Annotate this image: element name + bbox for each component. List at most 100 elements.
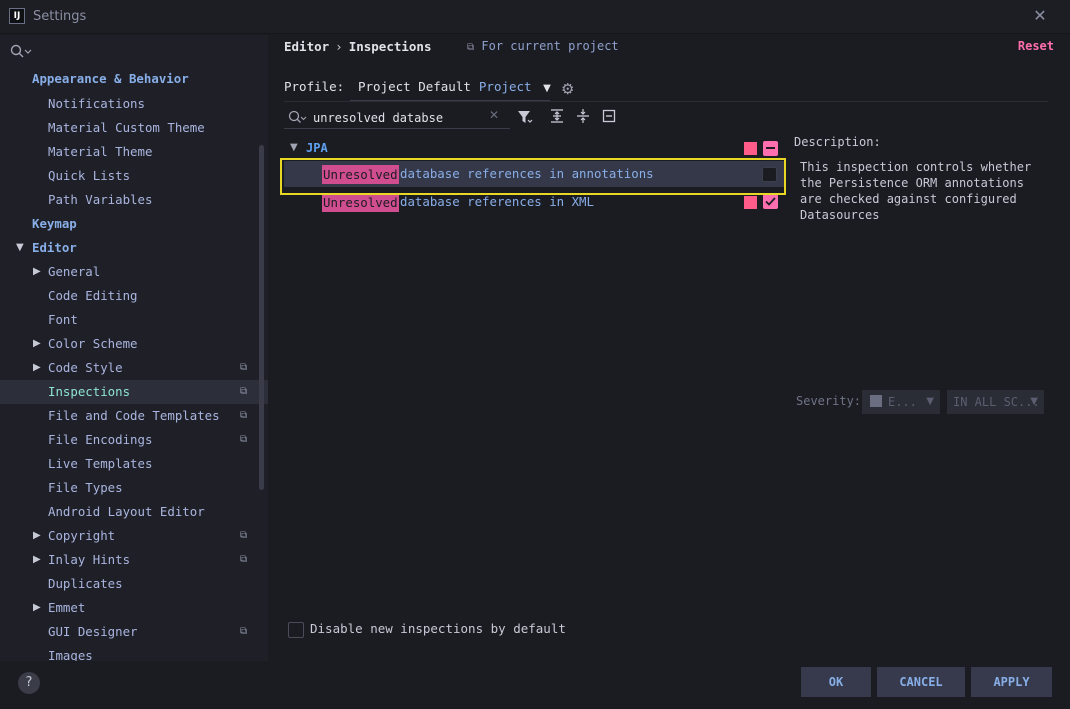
sidebar-item-label: File Types xyxy=(48,480,123,495)
inspection-row[interactable]: Unresolved database references in annota… xyxy=(284,161,784,187)
sidebar-item-android-layout-editor[interactable]: Android Layout Editor xyxy=(0,500,268,524)
sidebar-item-label: Images xyxy=(48,648,93,661)
description-title: Description: xyxy=(794,135,881,149)
project-scope-text: For current project xyxy=(481,39,619,53)
project-scope-icon: ⧉ xyxy=(467,42,475,53)
scope-value: IN ALL SC... xyxy=(953,395,1040,409)
severity-label: Severity: xyxy=(796,394,862,408)
sidebar-item-copyright[interactable]: ▶ Copyright ⧉ xyxy=(0,524,268,548)
sidebar-item-label: Inspections xyxy=(48,384,131,399)
collapse-all-icon[interactable] xyxy=(574,108,592,128)
project-scope-icon: ⧉ xyxy=(240,626,248,637)
sidebar-item-label: General xyxy=(48,264,101,279)
sidebar-item-inlay-hints[interactable]: ▶ Inlay Hints ⧉ xyxy=(0,548,268,572)
close-icon[interactable]: ✕ xyxy=(1030,6,1050,26)
sidebar-item-label: GUI Designer xyxy=(48,624,138,639)
sidebar-item-appearance-behavior[interactable]: Appearance & Behavior xyxy=(0,67,268,91)
sidebar-search-icon[interactable] xyxy=(10,44,34,58)
description-line: are checked against configured xyxy=(800,192,1017,206)
description-line: This inspection controls whether xyxy=(800,160,1032,174)
profile-label: Profile: xyxy=(284,79,345,94)
collapse-arrow-icon[interactable]: ▶ xyxy=(33,596,41,620)
project-scope-icon: ⧉ xyxy=(240,386,248,397)
help-button[interactable]: ? xyxy=(18,672,40,694)
sidebar-item-material-theme[interactable]: Material Theme xyxy=(0,140,268,164)
inspections-panel: Editor › Inspections ⧉ For current project… xyxy=(268,35,1070,661)
sidebar-item-label: Android Layout Editor xyxy=(48,504,205,519)
sidebar-item-keymap[interactable]: Keymap xyxy=(0,212,268,236)
severity-error-icon xyxy=(744,142,757,155)
sidebar-item-path-variables[interactable]: Path Variables xyxy=(0,188,268,212)
check-icon xyxy=(765,197,776,206)
search-icon xyxy=(288,110,308,127)
breadcrumb-current: Inspections xyxy=(348,39,432,54)
inspection-row[interactable]: Unresolved database references in XML xyxy=(284,189,784,215)
gear-icon[interactable]: ⚙ xyxy=(561,77,574,101)
sidebar-item-color-scheme[interactable]: ▶ Color Scheme xyxy=(0,332,268,356)
inspection-group-jpa[interactable]: ▼ JPA xyxy=(284,139,784,159)
apply-button[interactable]: APPLY xyxy=(971,667,1052,697)
sidebar-item-label: Font xyxy=(48,312,78,327)
project-scope-icon: ⧉ xyxy=(240,362,248,373)
sidebar-item-label: File and Code Templates xyxy=(48,408,220,423)
sidebar-item-label: Material Theme xyxy=(48,144,153,159)
filter-search-box: ✕ xyxy=(284,107,510,129)
collapse-arrow-icon[interactable]: ▶ xyxy=(33,548,41,572)
sidebar-item-font[interactable]: Font xyxy=(0,308,268,332)
project-scope-icon: ⧉ xyxy=(240,530,248,541)
collapse-arrow-icon[interactable]: ▶ xyxy=(33,524,41,548)
project-scope-icon: ⧉ xyxy=(240,434,248,445)
sidebar-item-file-encodings[interactable]: File Encodings ⧉ xyxy=(0,428,268,452)
sidebar-item-duplicates[interactable]: Duplicates xyxy=(0,572,268,596)
sidebar-item-inspections[interactable]: Inspections ⧉ xyxy=(0,380,268,404)
sidebar-item-label: Inlay Hints xyxy=(48,552,131,567)
group-checkbox[interactable] xyxy=(763,141,778,156)
sidebar-scrollbar[interactable] xyxy=(259,145,264,490)
reset-link[interactable]: Reset xyxy=(1018,39,1054,53)
sidebar-item-quick-lists[interactable]: Quick Lists xyxy=(0,164,268,188)
sidebar-item-label: Editor xyxy=(32,240,77,255)
sidebar-item-label: Color Scheme xyxy=(48,336,138,351)
profile-scope: Project xyxy=(478,79,532,94)
description-body: This inspection controls whether the Per… xyxy=(800,159,1045,223)
breadcrumb-parent[interactable]: Editor xyxy=(284,39,329,54)
inspection-checkbox[interactable] xyxy=(763,194,778,209)
severity-dropdown[interactable]: E... ▼ xyxy=(862,390,940,414)
profile-dropdown[interactable]: Project Default Project ▼ xyxy=(350,75,551,101)
sidebar-item-emmet[interactable]: ▶ Emmet xyxy=(0,596,268,620)
sidebar-item-label: Copyright xyxy=(48,528,116,543)
sidebar-item-file-types[interactable]: File Types xyxy=(0,476,268,500)
collapse-arrow-icon[interactable]: ▶ xyxy=(33,260,41,284)
sidebar-item-material-custom-theme[interactable]: Material Custom Theme xyxy=(0,116,268,140)
sidebar-item-code-style[interactable]: ▶ Code Style ⧉ xyxy=(0,356,268,380)
description-line: the Persistence ORM annotations xyxy=(800,176,1024,190)
sidebar-item-label: Quick Lists xyxy=(48,168,131,183)
sidebar-item-general[interactable]: ▶ General xyxy=(0,260,268,284)
sidebar-item-live-templates[interactable]: Live Templates xyxy=(0,452,268,476)
sidebar-item-notifications[interactable]: Notifications xyxy=(0,92,268,116)
chevron-down-icon: ▼ xyxy=(1030,396,1038,407)
sidebar-item-file-code-templates[interactable]: File and Code Templates ⧉ xyxy=(0,404,268,428)
ok-button[interactable]: OK xyxy=(801,667,871,697)
reset-to-defaults-icon[interactable] xyxy=(600,108,618,128)
expand-all-icon[interactable] xyxy=(548,108,566,128)
sidebar-item-label: Code Editing xyxy=(48,288,138,303)
inspection-checkbox[interactable] xyxy=(762,167,777,182)
sidebar-item-editor[interactable]: ▼ Editor xyxy=(0,236,268,260)
expand-arrow-icon[interactable]: ▼ xyxy=(290,142,298,153)
sidebar-item-label: Material Custom Theme xyxy=(48,120,205,135)
filter-icon[interactable] xyxy=(516,108,534,128)
disable-new-checkbox[interactable] xyxy=(288,622,304,638)
scope-dropdown[interactable]: IN ALL SC... ▼ xyxy=(947,390,1044,414)
cancel-button[interactable]: CANCEL xyxy=(877,667,965,697)
collapse-arrow-icon[interactable]: ▶ xyxy=(33,356,41,380)
sidebar-item-code-editing[interactable]: Code Editing xyxy=(0,284,268,308)
expand-arrow-icon[interactable]: ▼ xyxy=(16,236,24,260)
clear-icon[interactable]: ✕ xyxy=(489,108,499,122)
sidebar-item-images[interactable]: Images xyxy=(0,644,268,661)
sidebar-item-gui-designer[interactable]: GUI Designer ⧉ xyxy=(0,620,268,644)
search-input[interactable] xyxy=(313,109,493,127)
sidebar-item-label: Emmet xyxy=(48,600,86,615)
sidebar-item-label: Appearance & Behavior xyxy=(32,71,189,86)
collapse-arrow-icon[interactable]: ▶ xyxy=(33,332,41,356)
